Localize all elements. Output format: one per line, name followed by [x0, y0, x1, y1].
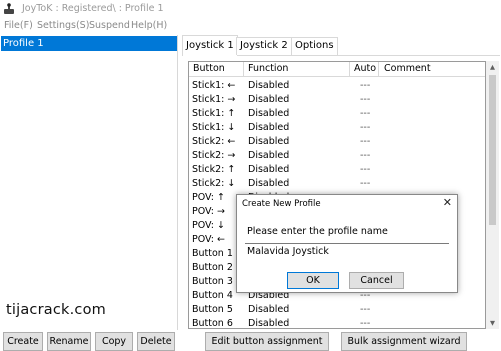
create-profile-button[interactable]: Create	[3, 332, 43, 351]
table-row[interactable]: Button 5 Disabled ---	[189, 303, 485, 317]
menu-help[interactable]: Help(H)	[131, 20, 167, 31]
menu-suspend[interactable]: Suspend	[89, 20, 130, 31]
row-auto-cell: ---	[360, 318, 371, 329]
row-button-cell: Stick1: ↑	[192, 108, 236, 119]
table-row[interactable]: Stick1: ↑ Disabled ---	[189, 107, 485, 121]
row-function-cell: Disabled	[248, 136, 290, 147]
row-button-cell: Stick1: ←	[192, 80, 236, 91]
edit-button-assignment-button[interactable]: Edit button assignment	[205, 332, 329, 351]
table-row[interactable]: Stick2: ← Disabled ---	[189, 135, 485, 149]
row-function-cell: Disabled	[248, 122, 290, 133]
row-function-cell: Disabled	[248, 150, 290, 161]
bulk-assignment-wizard-button[interactable]: Bulk assignment wizard	[341, 332, 467, 351]
row-auto-cell: ---	[360, 164, 371, 175]
dialog-prompt: Please enter the profile name	[247, 226, 388, 237]
table-row[interactable]: Stick2: ↓ Disabled ---	[189, 177, 485, 191]
row-button-cell: Stick2: →	[192, 150, 236, 161]
watermark-text: tijacrack.com	[6, 302, 106, 318]
row-auto-cell: ---	[360, 80, 371, 91]
table-row[interactable]: Stick1: → Disabled ---	[189, 93, 485, 107]
row-button-cell: Button 1	[192, 248, 233, 259]
dialog-title: Create New Profile	[242, 199, 321, 209]
row-auto-cell: ---	[360, 122, 371, 133]
column-header-comment[interactable]: Comment	[384, 63, 431, 74]
column-separator[interactable]	[349, 62, 350, 77]
row-auto-cell: ---	[360, 94, 371, 105]
row-button-cell: Button 2	[192, 262, 233, 273]
row-button-cell: Stick2: ←	[192, 136, 236, 147]
row-function-cell: Disabled	[248, 304, 290, 315]
row-auto-cell: ---	[360, 150, 371, 161]
row-button-cell: Button 5	[192, 304, 233, 315]
column-header-button[interactable]: Button	[193, 63, 225, 74]
tab-joystick-2[interactable]: Joystick 2	[236, 37, 292, 55]
row-button-cell: POV: ←	[192, 234, 225, 245]
delete-profile-button[interactable]: Delete	[137, 332, 175, 351]
table-row[interactable]: Stick1: ← Disabled ---	[189, 79, 485, 93]
grid-header: Button Function Auto Comment	[189, 62, 485, 77]
row-button-cell: Stick2: ↑	[192, 164, 236, 175]
grid-scrollbar[interactable]: ▲ ▼	[486, 61, 499, 329]
menu-bar: File(F) Settings(S) Suspend Help(H)	[0, 18, 501, 35]
title-bar: JoyToK : Registered\ : Profile 1	[0, 0, 501, 18]
row-button-cell: Stick1: →	[192, 94, 236, 105]
tab-options[interactable]: Options	[291, 37, 338, 55]
create-profile-dialog: Create New Profile ✕ Please enter the pr…	[236, 194, 458, 293]
profile-list[interactable]: Profile 1	[0, 35, 178, 330]
row-function-cell: Disabled	[248, 178, 290, 189]
row-button-cell: POV: ↓	[192, 220, 225, 231]
row-button-cell: POV: →	[192, 206, 225, 217]
ok-button[interactable]: OK	[287, 272, 339, 289]
row-function-cell: Disabled	[248, 80, 290, 91]
menu-file[interactable]: File(F)	[4, 20, 33, 31]
table-row[interactable]: Stick1: ↓ Disabled ---	[189, 121, 485, 135]
row-function-cell: Disabled	[248, 318, 290, 329]
row-function-cell: Disabled	[248, 94, 290, 105]
column-separator[interactable]	[243, 62, 244, 77]
table-row[interactable]: Stick2: ↑ Disabled ---	[189, 163, 485, 177]
window-title: JoyToK : Registered\ : Profile 1	[22, 3, 164, 14]
menu-settings[interactable]: Settings(S)	[37, 20, 89, 31]
profile-item-selected[interactable]: Profile 1	[1, 36, 177, 51]
scroll-thumb[interactable]	[489, 75, 496, 225]
column-separator[interactable]	[378, 62, 379, 77]
row-function-cell: Disabled	[248, 108, 290, 119]
row-button-cell: Button 4	[192, 290, 233, 301]
table-row[interactable]: Stick2: → Disabled ---	[189, 149, 485, 163]
row-button-cell: Button 3	[192, 276, 233, 287]
column-header-function[interactable]: Function	[248, 63, 288, 74]
copy-profile-button[interactable]: Copy	[95, 332, 133, 351]
scroll-down-arrow-icon[interactable]: ▼	[486, 317, 499, 329]
row-button-cell: Stick2: ↓	[192, 178, 236, 189]
row-button-cell: Stick1: ↓	[192, 122, 236, 133]
cancel-button[interactable]: Cancel	[349, 272, 404, 289]
table-row[interactable]: Button 6 Disabled ---	[189, 317, 485, 329]
row-button-cell: Button 6	[192, 318, 233, 329]
row-button-cell: POV: ↑	[192, 192, 225, 203]
row-auto-cell: ---	[360, 178, 371, 189]
row-function-cell: Disabled	[248, 164, 290, 175]
close-icon[interactable]: ✕	[443, 196, 452, 209]
tab-joystick-1[interactable]: Joystick 1	[182, 35, 238, 56]
row-auto-cell: ---	[360, 136, 371, 147]
rename-profile-button[interactable]: Rename	[47, 332, 91, 351]
row-auto-cell: ---	[360, 304, 371, 315]
joystick-app-icon	[4, 3, 14, 14]
profile-name-input[interactable]	[245, 243, 449, 259]
row-auto-cell: ---	[360, 108, 371, 119]
scroll-up-arrow-icon[interactable]: ▲	[486, 61, 499, 73]
column-header-auto[interactable]: Auto	[354, 63, 376, 74]
